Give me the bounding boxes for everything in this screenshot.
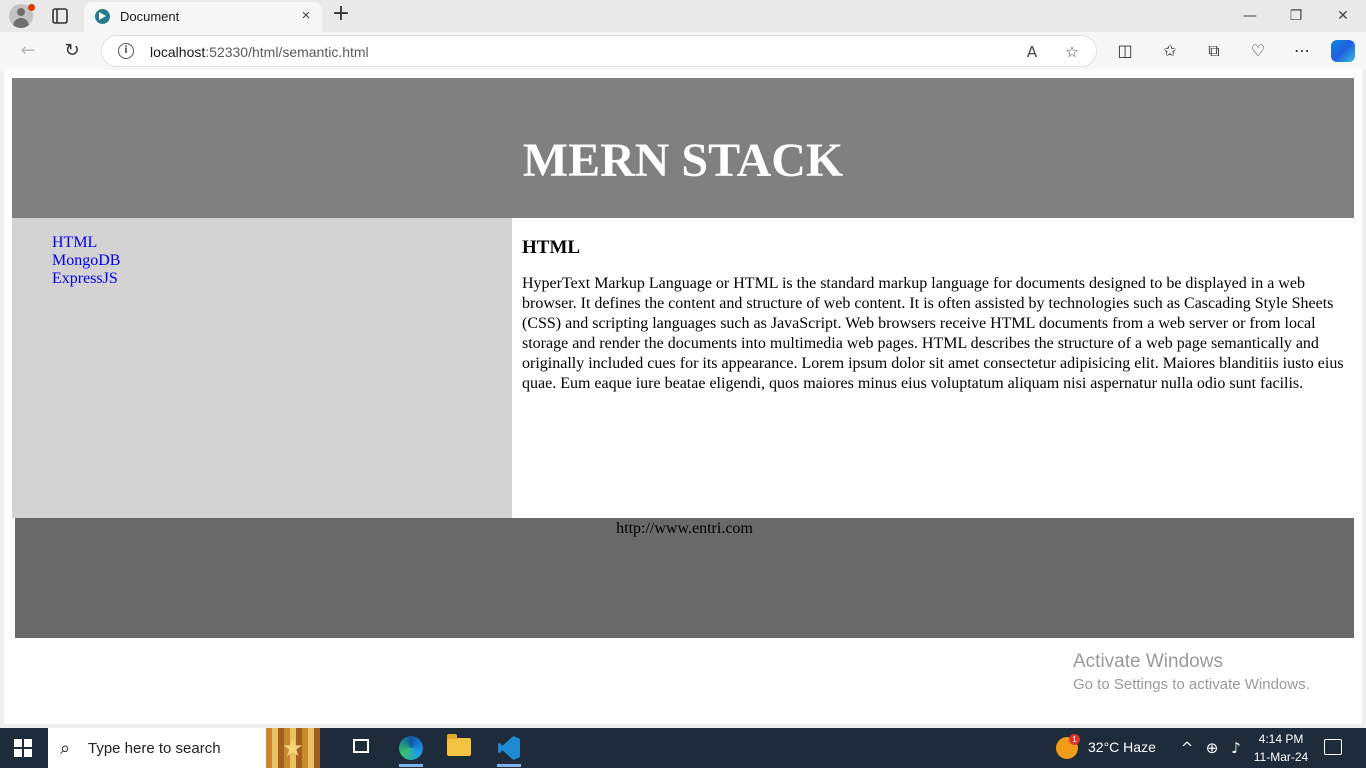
window-minimize-button[interactable]: — <box>1236 6 1264 26</box>
sidebar-nav: HTML MongoDB ExpressJS <box>12 218 512 518</box>
windows-taskbar: ⌕ Type here to search 1 32°C Haze ^ ⊕ ♪ … <box>0 728 1366 768</box>
favorite-star-icon[interactable]: ☆ <box>1062 42 1082 62</box>
clock-time: 4:14 PM <box>1258 732 1304 746</box>
main-article: HTML HyperText Markup Language or HTML i… <box>512 218 1354 518</box>
back-button[interactable]: ← <box>14 38 42 64</box>
tab-title: Document <box>120 9 180 24</box>
vscode-icon[interactable] <box>487 728 531 768</box>
watermark-title: Activate Windows <box>1073 651 1223 672</box>
article-heading: HTML <box>522 237 581 258</box>
read-aloud-icon[interactable]: A <box>1022 42 1042 62</box>
new-tab-button[interactable]: + <box>329 3 353 27</box>
page-title: MERN STACK <box>522 134 844 187</box>
activate-windows-watermark: Activate Windows Go to Settings to activ… <box>1073 650 1310 696</box>
volume-icon[interactable]: ♪ <box>1226 738 1246 758</box>
nav-link-html[interactable]: HTML <box>52 234 97 251</box>
browser-tab[interactable]: Document × <box>84 2 322 32</box>
browser-tab-bar: Document × + — ❐ ✕ <box>0 0 1366 32</box>
address-bar[interactable]: i localhost:52330/html/semantic.html A ☆ <box>101 35 1097 67</box>
notifications-icon[interactable] <box>1324 739 1342 755</box>
window-close-button[interactable]: ✕ <box>1329 6 1357 26</box>
start-button-windows-icon[interactable] <box>14 739 32 757</box>
address-url[interactable]: localhost:52330/html/semantic.html <box>150 44 369 60</box>
file-explorer-icon[interactable] <box>437 728 481 768</box>
page-favicon-icon <box>95 9 110 24</box>
profile-notification-dot <box>28 4 35 11</box>
clock-date: 11-Mar-24 <box>1253 750 1309 764</box>
site-info-icon[interactable]: i <box>118 43 134 59</box>
task-view-icon[interactable] <box>340 728 384 768</box>
page-viewport: MERN STACK HTML MongoDB ExpressJS HTML H… <box>4 70 1362 724</box>
search-highlight-icon[interactable] <box>266 728 320 768</box>
nav-link-expressjs[interactable]: ExpressJS <box>52 270 118 287</box>
watermark-subtitle: Go to Settings to activate Windows. <box>1073 676 1310 693</box>
browser-toolbar: ← ↻ i localhost:52330/html/semantic.html… <box>0 32 1366 70</box>
copilot-icon[interactable] <box>1331 40 1355 62</box>
edge-browser-icon[interactable] <box>389 728 433 768</box>
nav-item-expressjs: ExpressJS <box>52 270 120 288</box>
window-restore-button[interactable]: ❐ <box>1282 6 1310 26</box>
browser-essentials-icon[interactable]: ♡ <box>1247 40 1269 62</box>
weather-text: 32°C Haze <box>1088 739 1156 755</box>
search-icon: ⌕ <box>60 738 71 759</box>
refresh-button[interactable]: ↻ <box>58 38 86 64</box>
show-hidden-icons-chevron-icon[interactable]: ^ <box>1178 738 1196 758</box>
nav-link-mongodb[interactable]: MongoDB <box>52 252 120 269</box>
nav-item-html: HTML <box>52 234 120 252</box>
tab-actions-icon[interactable] <box>48 5 72 27</box>
footer-url-text: http://www.entri.com <box>616 520 753 537</box>
url-host: localhost <box>150 44 206 60</box>
more-options-icon[interactable]: ⋯ <box>1291 40 1313 62</box>
page-header: MERN STACK <box>12 78 1354 218</box>
network-globe-icon[interactable]: ⊕ <box>1202 738 1222 758</box>
page-footer: http://www.entri.com <box>15 518 1354 638</box>
nav-item-mongodb: MongoDB <box>52 252 120 270</box>
url-path: :52330/html/semantic.html <box>205 44 369 60</box>
favorites-icon[interactable]: ✩ <box>1159 40 1181 62</box>
article-text: HyperText Markup Language or HTML is the… <box>522 275 1344 392</box>
taskbar-clock[interactable]: 4:14 PM 11-Mar-24 <box>1248 730 1314 766</box>
collections-icon[interactable]: ⧉ <box>1203 40 1225 62</box>
split-screen-icon[interactable]: ◫ <box>1114 40 1136 62</box>
tab-close-icon[interactable]: × <box>297 7 315 25</box>
search-placeholder: Type here to search <box>88 740 221 757</box>
weather-alert-badge: 1 <box>1069 734 1080 745</box>
taskbar-search-box[interactable]: ⌕ Type here to search <box>48 728 320 768</box>
